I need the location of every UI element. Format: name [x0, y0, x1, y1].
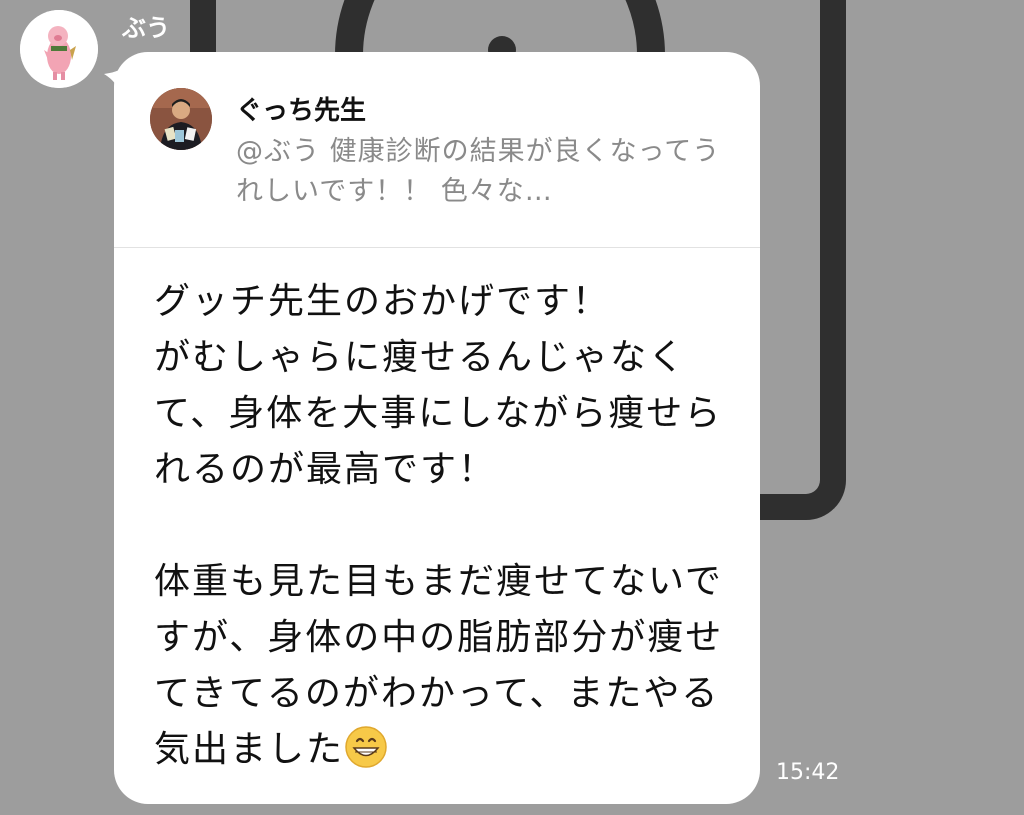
grinning-face-icon: [344, 725, 388, 786]
message-text: グッチ先生のおかげです！ がむしゃらに痩せるんじゃなくて、身体を大事にしながら痩…: [154, 274, 734, 786]
sender-avatar[interactable]: [20, 10, 98, 88]
reply-author-avatar: [150, 88, 212, 150]
reply-preview[interactable]: ぐっち先生 @ぶう 健康診断の結果が良くなってうれしいです！！ 色々な…: [114, 52, 760, 248]
background-frame-right: [760, 0, 846, 520]
pig-avatar-icon: [20, 10, 98, 88]
reply-preview-text: @ぶう 健康診断の結果が良くなってうれしいです！！ 色々な…: [236, 136, 721, 207]
message-bubble[interactable]: ぐっち先生 @ぶう 健康診断の結果が良くなってうれしいです！！ 色々な… グッチ…: [114, 52, 760, 804]
person-photo-icon: [150, 88, 212, 150]
sender-name: ぶう: [122, 14, 170, 42]
reply-author-name: ぐっち先生: [236, 96, 367, 126]
message-body: グッチ先生のおかげです！ がむしゃらに痩せるんじゃなくて、身体を大事にしながら痩…: [154, 281, 724, 770]
message-timestamp: 15:42: [776, 760, 840, 785]
